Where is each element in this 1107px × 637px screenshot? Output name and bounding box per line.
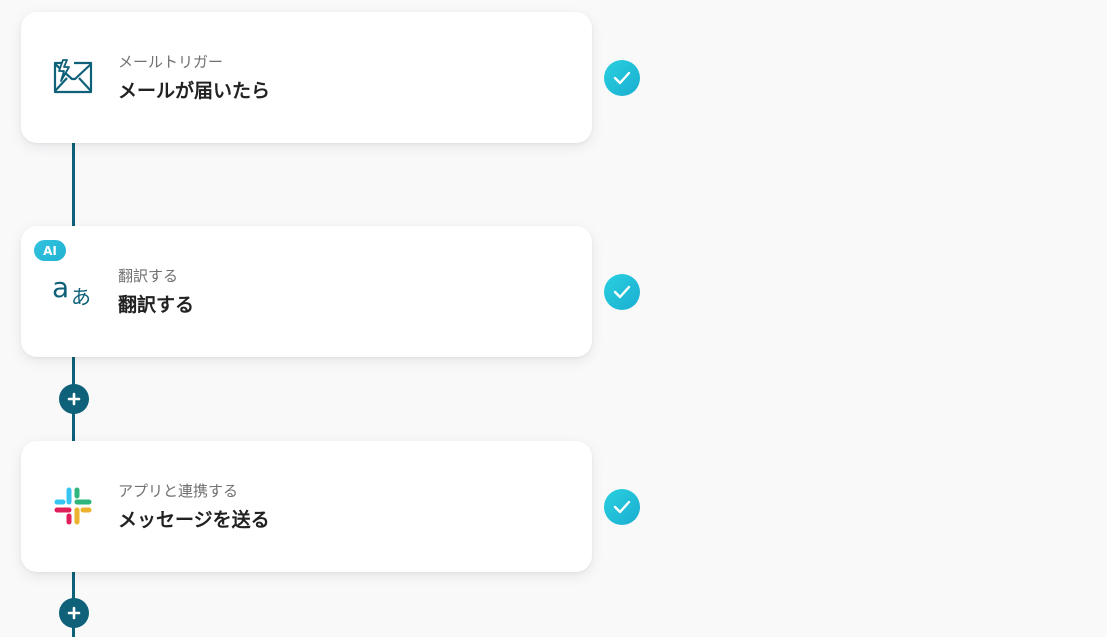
ai-badge: AI bbox=[34, 240, 66, 261]
step-title: メールが届いたら bbox=[118, 80, 271, 102]
step-card-mail-trigger[interactable]: メールトリガー メールが届いたら bbox=[21, 12, 592, 143]
step-subtitle: アプリと連携する bbox=[118, 482, 239, 500]
step-card-translate[interactable]: a あ AI 翻訳する 翻訳する bbox=[21, 226, 592, 357]
step-title: 翻訳する bbox=[118, 294, 195, 316]
slack-icon bbox=[51, 486, 95, 526]
translate-icon: a あ bbox=[51, 271, 95, 311]
svg-text:あ: あ bbox=[71, 285, 91, 308]
add-step-button[interactable] bbox=[59, 598, 89, 628]
check-icon bbox=[604, 274, 640, 310]
add-step-button[interactable] bbox=[59, 384, 89, 414]
step-title: メッセージを送る bbox=[118, 509, 270, 531]
connector-line bbox=[72, 143, 75, 227]
check-icon bbox=[604, 60, 640, 96]
step-subtitle: メールトリガー bbox=[118, 53, 224, 71]
step-card-slack[interactable]: アプリと連携する メッセージを送る bbox=[21, 441, 592, 572]
plus-icon bbox=[67, 606, 81, 620]
check-icon bbox=[604, 489, 640, 525]
plus-icon bbox=[67, 392, 81, 406]
mail-trigger-icon bbox=[51, 57, 95, 97]
svg-text:a: a bbox=[52, 274, 69, 304]
step-subtitle: 翻訳する bbox=[118, 267, 179, 285]
